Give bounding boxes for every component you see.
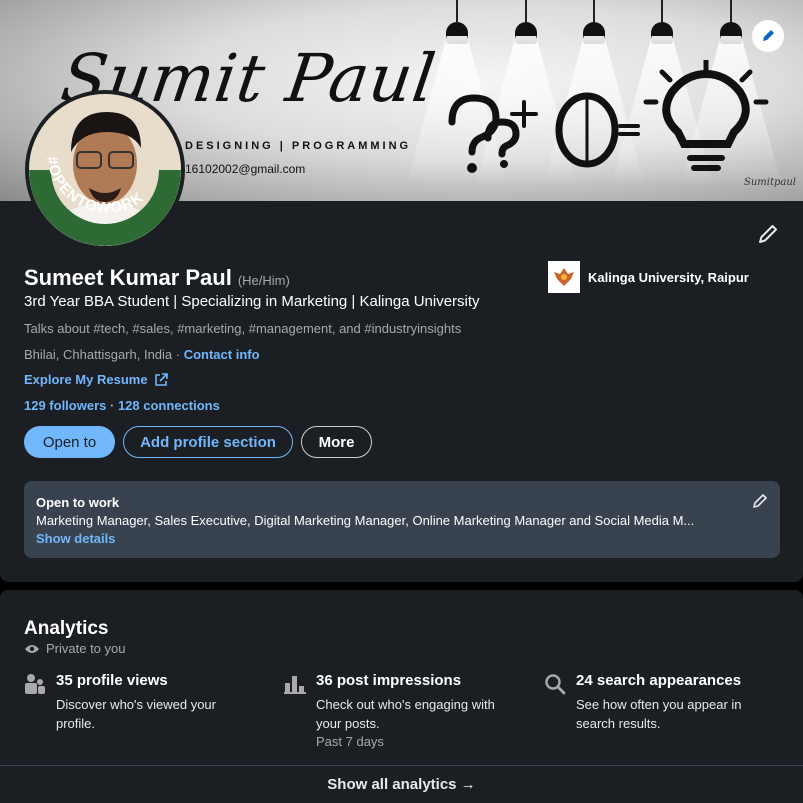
analytics-title: Analytics bbox=[24, 618, 109, 639]
name-row: Sumeet Kumar Paul (He/Him) bbox=[24, 265, 290, 291]
contact-info-link[interactable]: Contact info bbox=[184, 347, 260, 362]
lamp-icon bbox=[406, 0, 508, 186]
metric-description: See how often you appear in search resul… bbox=[576, 697, 742, 731]
pencil-icon[interactable] bbox=[752, 493, 768, 509]
bar-chart-icon bbox=[284, 676, 306, 694]
university-crest-icon bbox=[554, 268, 574, 286]
show-details-link[interactable]: Show details bbox=[36, 531, 115, 546]
open-to-work-title: Open to work bbox=[36, 495, 120, 510]
people-icon bbox=[25, 674, 45, 694]
show-all-analytics-button[interactable]: Show all analytics → bbox=[0, 776, 803, 793]
more-button[interactable]: More bbox=[301, 426, 372, 458]
network-row: 129 followers · 128 connections bbox=[24, 398, 220, 413]
network-separator: · bbox=[106, 398, 118, 413]
open-to-work-box: Open to work Marketing Manager, Sales Ex… bbox=[24, 481, 780, 558]
followers-link[interactable]: 129 followers bbox=[24, 398, 106, 413]
profile-location: Bhilai, Chhattisgarh, India · bbox=[24, 347, 184, 362]
profile-card: Sumit Paul DESIGNING | PROGRAMMING 16102… bbox=[0, 0, 803, 582]
metric-description: Discover who's viewed your profile. bbox=[56, 697, 216, 731]
pencil-icon bbox=[759, 225, 777, 243]
metric-title: 36 post impressions bbox=[316, 672, 462, 689]
education-link[interactable]: Kalinga University, Raipur bbox=[548, 261, 749, 293]
banner-email: 16102002@gmail.com bbox=[185, 162, 306, 176]
metric-period: Past 7 days bbox=[316, 734, 384, 749]
analytics-private-label: Private to you bbox=[46, 641, 126, 656]
search-icon bbox=[545, 674, 566, 695]
university-logo bbox=[548, 261, 580, 293]
idea-equation-illustration bbox=[448, 60, 769, 173]
profile-headline: 3rd Year BBA Student | Specializing in M… bbox=[24, 293, 480, 310]
analytics-card: Analytics Private to you 35 profile view… bbox=[0, 590, 803, 803]
pencil-icon bbox=[763, 30, 774, 41]
open-to-button[interactable]: Open to bbox=[24, 426, 115, 458]
analytics-privacy: Private to you bbox=[24, 641, 126, 656]
metric-title: 24 search appearances bbox=[576, 672, 742, 689]
resume-link[interactable]: Explore My Resume bbox=[24, 372, 148, 387]
banner-tagline: DESIGNING | PROGRAMMING bbox=[185, 140, 412, 152]
profile-photo[interactable]: #OPENTOWORK bbox=[25, 90, 185, 250]
location-row: Bhilai, Chhattisgarh, India · Contact in… bbox=[24, 347, 260, 362]
profile-talks-about: Talks about #tech, #sales, #marketing, #… bbox=[24, 321, 462, 336]
education-name: Kalinga University, Raipur bbox=[588, 269, 749, 285]
profile-pronouns: (He/Him) bbox=[237, 273, 290, 288]
lamp-icon bbox=[680, 0, 782, 186]
connections-link[interactable]: 128 connections bbox=[118, 398, 220, 413]
external-link-icon bbox=[154, 372, 168, 386]
metric-description: Check out who's engaging with your posts… bbox=[316, 697, 495, 731]
metric-title: 35 profile views bbox=[56, 672, 168, 689]
svg-text:#OPENTOWORK: #OPENTOWORK bbox=[43, 155, 147, 217]
eye-icon bbox=[25, 644, 39, 653]
banner-signature: Sumitpaul bbox=[744, 177, 796, 188]
add-profile-section-button[interactable]: Add profile section bbox=[123, 426, 293, 458]
lamp-icon bbox=[543, 0, 645, 186]
divider bbox=[0, 765, 803, 766]
open-to-work-roles: Marketing Manager, Sales Executive, Digi… bbox=[36, 513, 695, 528]
open-to-work-badge: #OPENTOWORK bbox=[43, 155, 147, 217]
edit-intro-button[interactable] bbox=[756, 222, 780, 246]
lamp-icon bbox=[475, 0, 577, 186]
edit-banner-button[interactable] bbox=[752, 20, 784, 52]
resume-link-row[interactable]: Explore My Resume bbox=[24, 372, 168, 387]
profile-name: Sumeet Kumar Paul bbox=[24, 265, 232, 290]
lamp-icon bbox=[611, 0, 713, 186]
